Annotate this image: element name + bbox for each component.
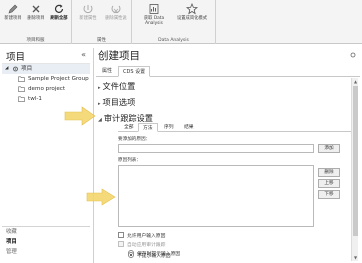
scroll-thumb[interactable] <box>353 86 358 236</box>
ribbon-toolbar: 新建项目 删除项目 刷新全部 项目和服 新建属性 删除属性说 属性 获取 Dat… <box>0 0 362 44</box>
settings-content: ▸ 文件位置 ▸ 项目选项 ◢ 审计跟踪设置 全部 方法 序列 结果 要添加的原因： … <box>96 78 352 261</box>
scroll-up-icon[interactable]: ▲ <box>352 78 359 85</box>
folder-icon <box>18 86 25 92</box>
add-button[interactable]: 添加 <box>318 144 340 153</box>
simplified-mode-button[interactable]: 设置成简化模式 <box>174 3 210 21</box>
allow-user-input-checkbox[interactable] <box>118 232 124 238</box>
subtab-sequence[interactable]: 序列 <box>160 123 178 132</box>
no-prompt-label: 不提示输入原因 <box>137 254 171 259</box>
nav-item-projects[interactable]: 项目 <box>2 237 90 247</box>
tree-item-label: 项目 <box>21 66 33 72</box>
double-chevron-left-icon[interactable]: « <box>81 50 86 59</box>
delete-property-icon <box>111 5 121 14</box>
auto-enable-audit-label: 自动应用审计跟踪 <box>127 243 166 248</box>
move-down-button[interactable]: 下移 <box>318 190 340 199</box>
delete-project-button[interactable]: 删除项目 <box>25 3 47 21</box>
folder-icon <box>18 96 25 102</box>
tab-properties[interactable]: 属性 <box>98 66 116 77</box>
refresh-icon <box>54 4 64 13</box>
data-analysis-icon <box>149 4 159 14</box>
reason-to-add-input[interactable] <box>118 144 314 153</box>
move-up-button[interactable]: 上移 <box>318 179 340 188</box>
tab-cds-settings[interactable]: CDS 设置 <box>118 66 151 77</box>
delete-button[interactable]: 删除 <box>318 168 340 177</box>
allow-user-input-label: 允许用户输入原因 <box>127 234 166 239</box>
callout-arrow-icon <box>64 106 96 126</box>
section-project-options[interactable]: ▸ 项目选项 <box>98 96 135 108</box>
tree-item-label: Sample Project Group <box>28 76 89 82</box>
chevron-down-icon: ◢ <box>98 117 102 123</box>
create-project-panel: 创建项目 属性 CDS 设置 ▸ 文件位置 ▸ 项目选项 ◢ 审计跟踪设置 全部 方法… <box>96 48 360 261</box>
star-icon <box>186 3 198 15</box>
section-file-location[interactable]: ▸ 文件位置 <box>98 80 135 92</box>
callout-arrow-icon <box>86 188 116 206</box>
expand-triangle-icon[interactable]: ◢ <box>5 64 8 74</box>
ribbon-group-data-analysis: 获取 Data Analysis 设置成简化模式 Data Analysis <box>132 0 216 44</box>
page-title: 创建项目 <box>98 50 140 62</box>
reason-list[interactable] <box>118 165 314 227</box>
left-navigation: 收藏 项目 管理 <box>2 226 90 257</box>
auto-enable-audit-checkbox[interactable] <box>118 241 124 247</box>
nav-item-admin[interactable]: 管理 <box>2 247 90 257</box>
panel-splitter[interactable] <box>93 48 94 263</box>
tree-item-label: twl-1 <box>28 96 42 102</box>
project-gear-icon <box>13 66 18 72</box>
tree-item-demo-project[interactable]: demo project <box>2 84 90 94</box>
ribbon-group-project: 新建项目 删除项目 刷新全部 项目和服 <box>0 0 72 44</box>
scroll-down-icon[interactable]: ▼ <box>352 254 359 261</box>
new-property-icon <box>83 5 93 14</box>
project-panel: 项目 « ◢ 项目 Sample Project Group demo proj… <box>2 48 90 261</box>
delete-x-icon <box>32 5 40 13</box>
ribbon-group-label: 项目和服 <box>26 38 45 43</box>
chevron-right-icon: ▸ <box>98 85 101 91</box>
project-panel-title: 项目 <box>6 52 26 63</box>
new-project-button[interactable]: 新建项目 <box>2 3 24 21</box>
nav-item-favorites[interactable]: 收藏 <box>2 227 90 237</box>
reason-to-add-label: 要添加的原因： <box>118 137 151 142</box>
no-prompt-radio[interactable] <box>128 252 134 258</box>
main-tab-strip: 属性 CDS 设置 <box>96 66 360 77</box>
reason-list-label: 原因列表： <box>118 158 141 163</box>
vertical-scrollbar[interactable]: ▲ ▼ <box>351 78 358 261</box>
get-data-analysis-button[interactable]: 获取 Data Analysis <box>136 3 172 26</box>
tree-item-label: demo project <box>28 86 66 92</box>
ribbon-group-label: 属性 <box>97 38 106 43</box>
project-tree: ◢ 项目 Sample Project Group demo project t… <box>2 63 90 104</box>
tree-item-twl-1[interactable]: twl-1 <box>2 94 90 104</box>
subtab-results[interactable]: 结果 <box>180 123 198 132</box>
ribbon-group-properties: 新建属性 删除属性说 属性 <box>72 0 132 44</box>
project-panel-header: 项目 « <box>2 48 90 63</box>
refresh-all-button[interactable]: 刷新全部 <box>48 3 70 21</box>
audit-sub-tabs: 全部 方法 序列 结果 <box>118 123 352 132</box>
chevron-right-icon: ▸ <box>98 101 101 107</box>
ribbon-group-label: Data Analysis <box>158 38 189 43</box>
pin-icon[interactable] <box>350 52 356 58</box>
tree-item-root[interactable]: ◢ 项目 <box>2 64 90 74</box>
delete-property-button[interactable]: 删除属性说 <box>102 3 130 21</box>
pencil-icon <box>8 4 18 14</box>
subtab-all[interactable]: 全部 <box>120 123 138 132</box>
tree-item-sample-project-group[interactable]: Sample Project Group <box>2 74 90 84</box>
new-property-button[interactable]: 新建属性 <box>77 3 99 21</box>
folder-icon <box>18 76 25 82</box>
subtab-method[interactable]: 方法 <box>138 123 158 132</box>
